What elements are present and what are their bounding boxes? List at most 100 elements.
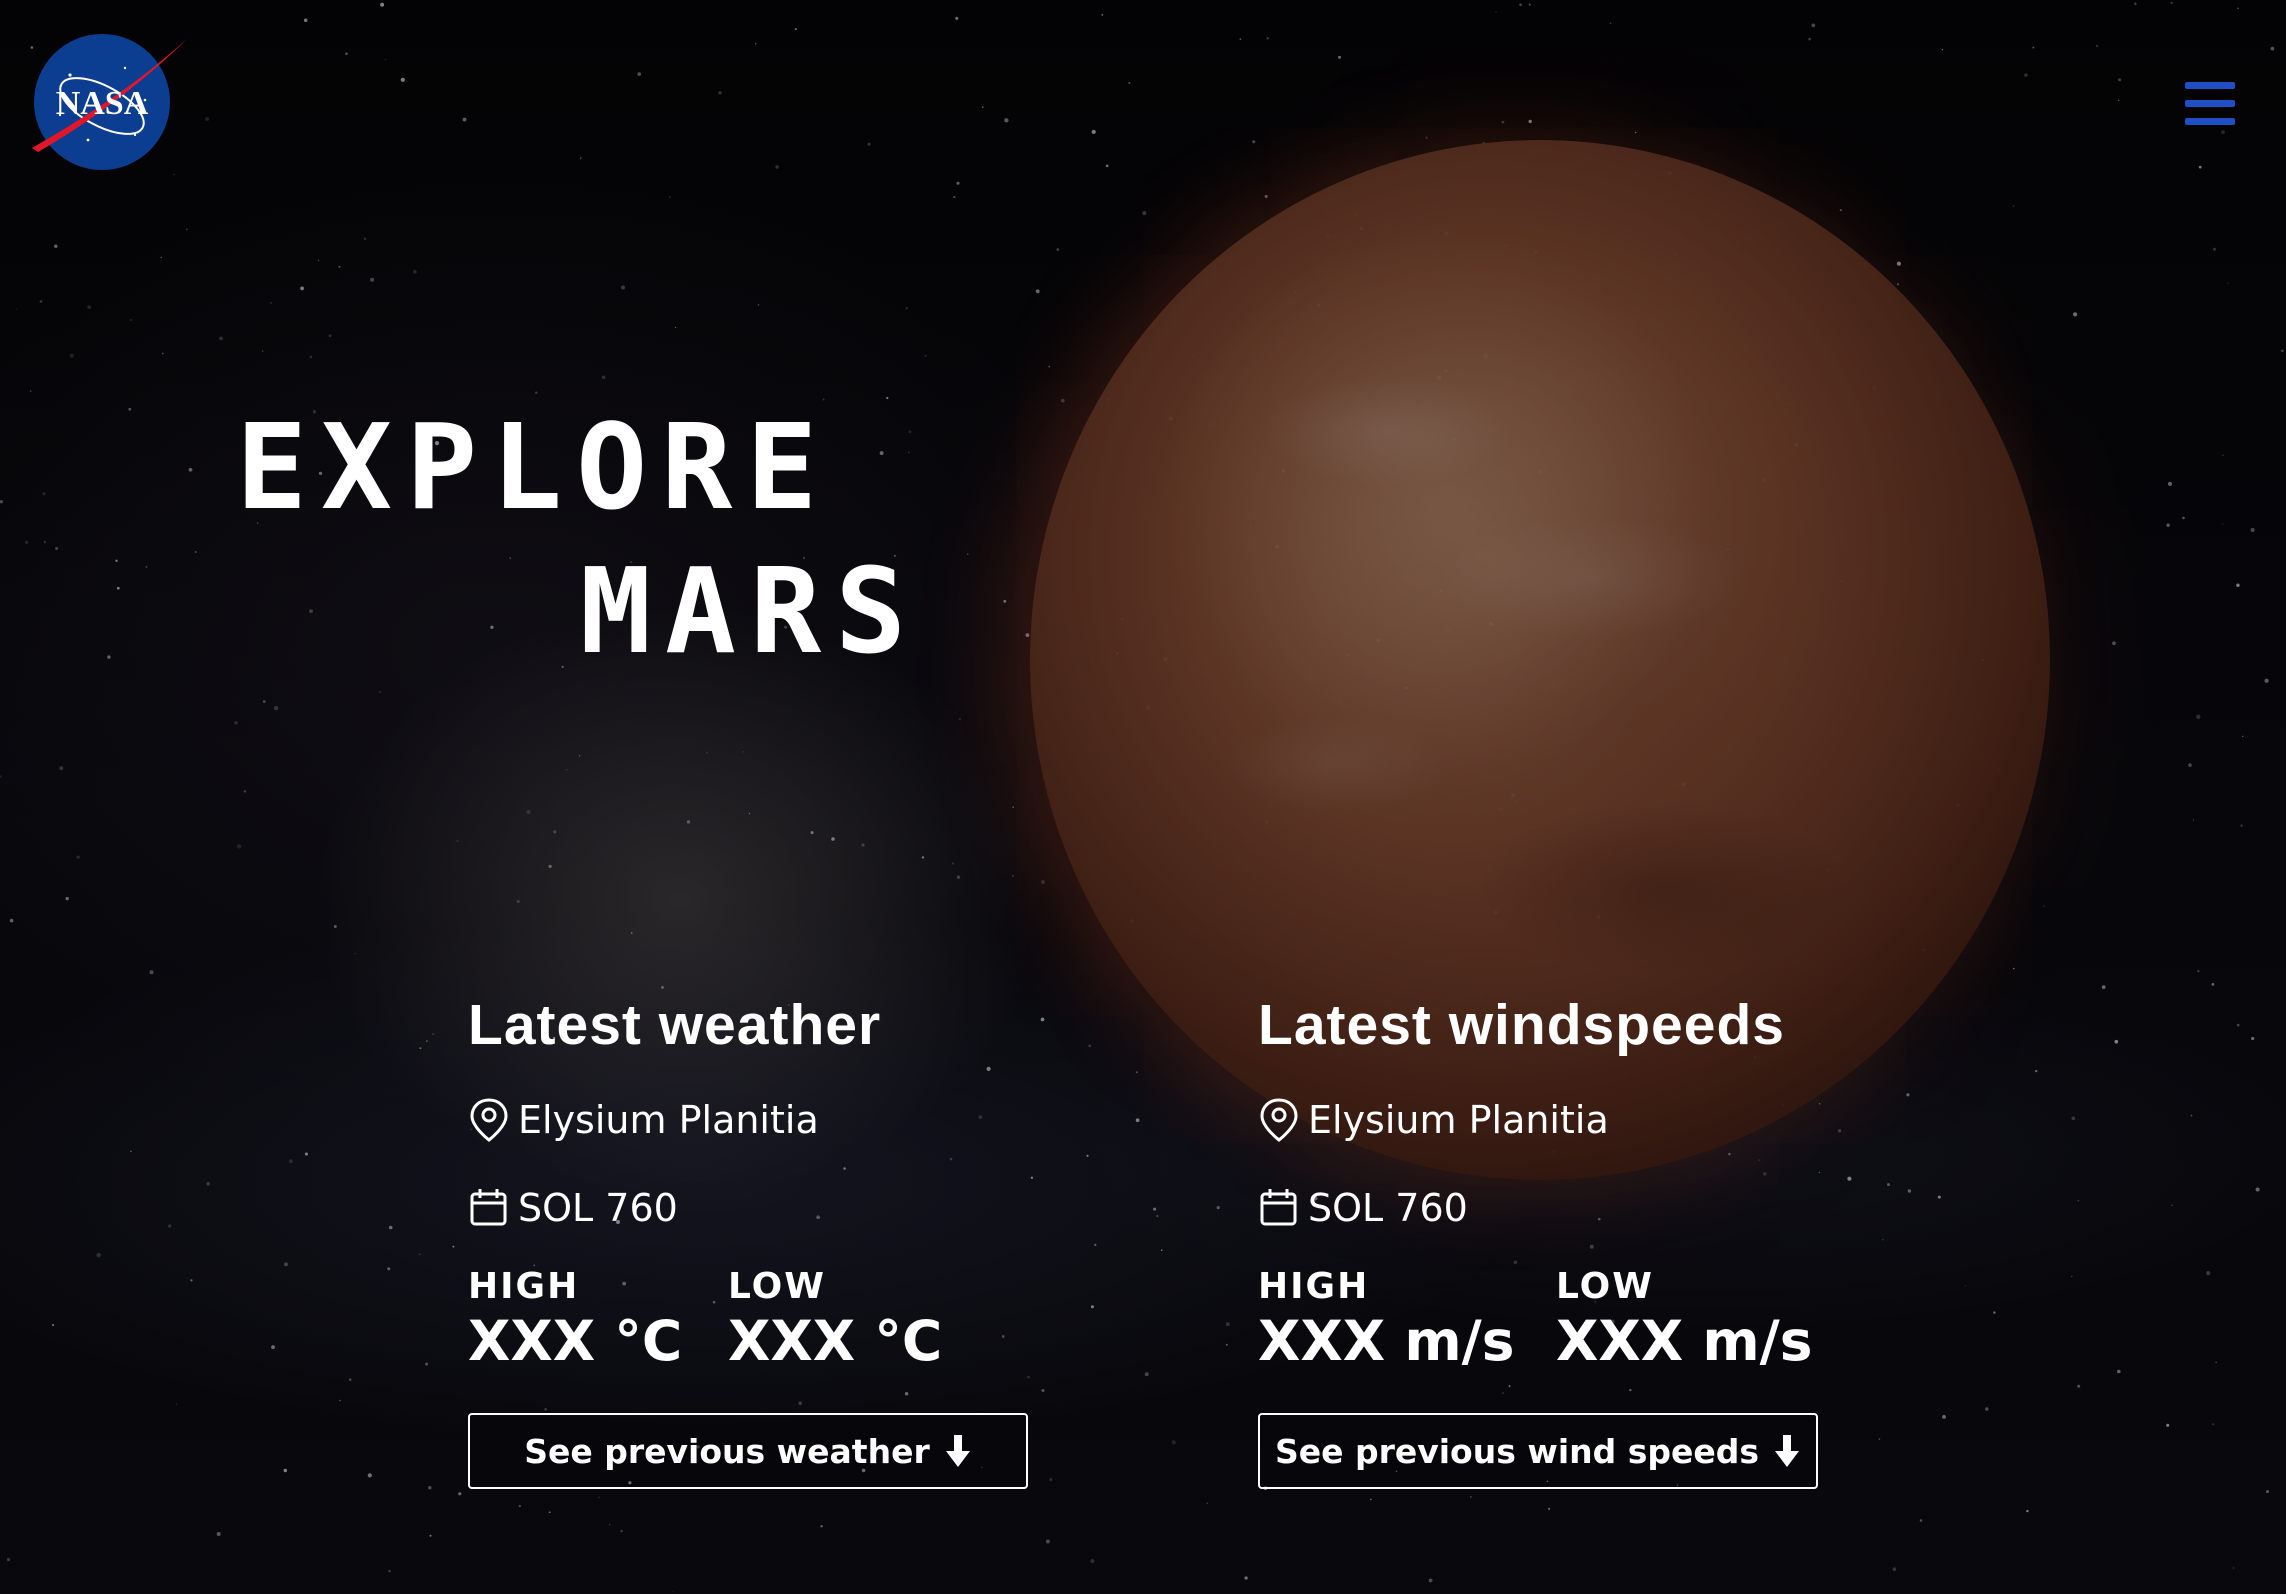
wind-low-value: XXX m/s	[1556, 1309, 1813, 1373]
star	[51, 1323, 55, 1327]
arrow-down-icon	[1775, 1435, 1800, 1467]
star	[879, 451, 884, 456]
star	[175, 1403, 178, 1406]
star	[1548, 1507, 1551, 1510]
star	[190, 1279, 193, 1282]
star	[705, 751, 708, 754]
star	[149, 970, 154, 975]
star	[630, 932, 633, 934]
star	[1811, 23, 1816, 28]
star	[908, 430, 912, 434]
star	[1048, 365, 1051, 368]
nasa-logo[interactable]: NASA	[30, 30, 190, 175]
star	[303, 18, 308, 23]
see-previous-wind-speeds-label: See previous wind speeds	[1274, 1431, 1760, 1471]
star	[378, 690, 381, 693]
star	[2071, 1116, 2076, 1121]
star	[452, 1245, 455, 1248]
see-previous-weather-button[interactable]: See previous weather	[468, 1413, 1028, 1489]
star	[2236, 583, 2240, 588]
star	[300, 286, 304, 291]
wind-high-label: HIGH	[1258, 1266, 1370, 1307]
see-previous-wind-speeds-button[interactable]: See previous wind speeds	[1258, 1413, 1818, 1489]
star	[1144, 1372, 1149, 1377]
star	[1105, 164, 1109, 168]
star	[2101, 985, 2106, 989]
latest-windspeeds-card: Latest windspeeds Elysium Planitia SOL 7…	[1258, 990, 1838, 1489]
star	[432, 1033, 435, 1036]
star	[2215, 1361, 2217, 1363]
star	[2114, 1039, 2119, 1044]
star	[309, 355, 313, 359]
star	[2166, 1423, 2170, 1427]
star	[206, 1182, 210, 1186]
star	[1896, 283, 1900, 286]
star	[1160, 1249, 1163, 1251]
star	[205, 116, 210, 121]
star	[1216, 1205, 1220, 1210]
star	[1338, 55, 1341, 59]
star	[283, 1262, 289, 1267]
star	[271, 1345, 275, 1349]
star	[1942, 1415, 1946, 1419]
map-pin-icon	[470, 1098, 508, 1142]
wind-sol-text: SOL 760	[1308, 1186, 1468, 1230]
star	[1847, 1176, 1852, 1181]
star	[1206, 1502, 1208, 1505]
star	[69, 353, 74, 358]
star	[2170, 1, 2173, 5]
star	[1906, 1093, 1910, 1097]
star	[348, 1378, 352, 1381]
star	[2221, 523, 2224, 525]
star	[953, 196, 956, 199]
star	[1882, 1239, 1884, 1241]
star	[2242, 735, 2244, 738]
explore-mars-page: NASA EXPLORE MARS Latest weather Elysium…	[0, 0, 2286, 1594]
star	[1896, 261, 1901, 266]
star	[96, 1252, 101, 1258]
star	[0, 499, 4, 504]
star	[2212, 1423, 2215, 1426]
star	[566, 769, 568, 771]
weather-high-stat: HIGH XXX °C	[468, 1265, 728, 1373]
weather-sol-row: SOL 760	[468, 1183, 1048, 1233]
star	[1101, 14, 1104, 16]
star	[905, 306, 908, 310]
star	[578, 755, 581, 757]
star	[328, 334, 332, 338]
star	[810, 831, 814, 835]
star	[2112, 641, 2116, 646]
star	[775, 165, 779, 169]
star	[1892, 1567, 1897, 1572]
wind-low-stat: LOW XXX m/s	[1556, 1265, 1813, 1373]
star	[43, 541, 46, 543]
calendar-icon	[1260, 1189, 1297, 1226]
star	[908, 451, 910, 453]
star	[742, 751, 745, 753]
star	[388, 1569, 391, 1573]
star	[2071, 1275, 2073, 1278]
star	[1808, 37, 1811, 41]
weather-low-value: XXX °C	[728, 1309, 943, 1373]
star	[115, 559, 118, 562]
star	[413, 270, 417, 274]
weather-low-label: LOW	[728, 1266, 826, 1307]
star	[237, 844, 242, 849]
star	[1128, 81, 1131, 85]
hamburger-menu-icon[interactable]	[2185, 82, 2235, 128]
star	[1012, 875, 1014, 877]
star	[535, 391, 538, 394]
star	[518, 1504, 521, 1508]
star	[580, 157, 582, 159]
star	[130, 319, 132, 321]
star	[87, 305, 92, 310]
star	[1528, 3, 1531, 6]
star	[1091, 129, 1096, 134]
star	[2197, 969, 2200, 973]
star	[2012, 967, 2015, 970]
star	[637, 72, 642, 76]
star	[553, 830, 557, 834]
star	[2196, 714, 2201, 719]
star	[1470, 1496, 1472, 1498]
star	[428, 1485, 432, 1490]
